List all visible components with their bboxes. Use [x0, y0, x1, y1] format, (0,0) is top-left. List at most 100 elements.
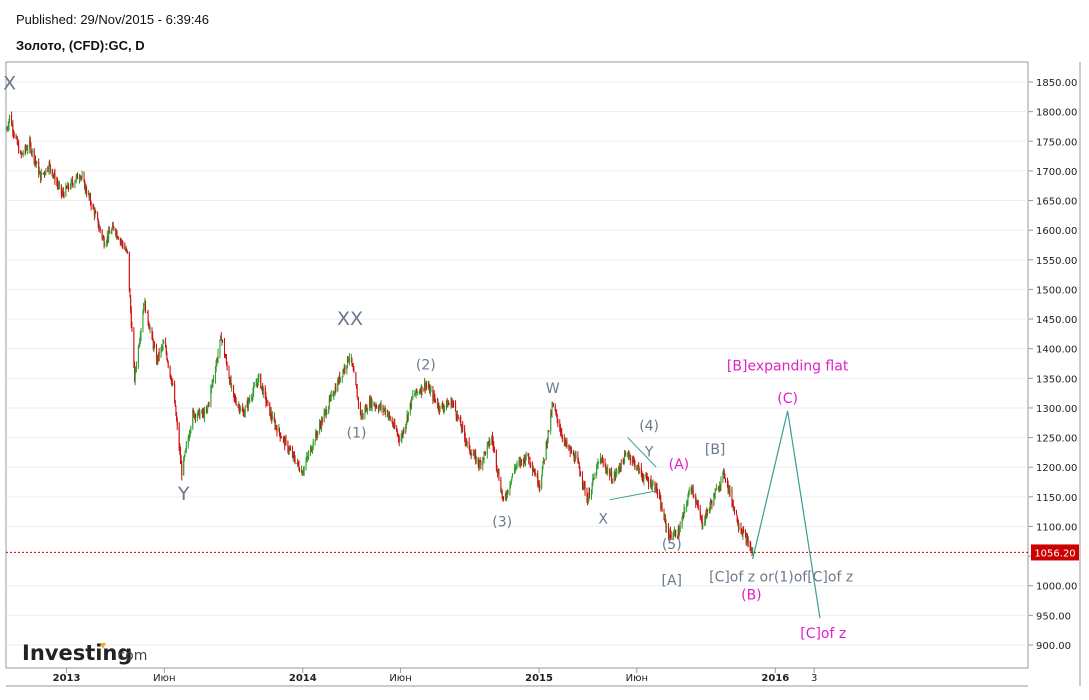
wave-label: X [598, 512, 608, 528]
candle-body [593, 475, 595, 480]
candle-body [228, 368, 230, 379]
wave-label: W [546, 381, 560, 397]
candle-body [353, 370, 355, 373]
candle-body [143, 304, 145, 308]
candle-body [693, 494, 695, 497]
candle-body [747, 539, 749, 546]
candle-body [421, 386, 423, 392]
candle-body [556, 414, 558, 420]
candle-body [411, 397, 413, 407]
y-tick-label: 1700.00 [1036, 167, 1077, 178]
candle-body [104, 245, 106, 247]
candle-body [58, 184, 60, 186]
candle-body [223, 341, 225, 356]
candle-body [688, 491, 690, 493]
candle-body [326, 412, 328, 415]
candle-body [149, 328, 151, 330]
candle-body [435, 399, 437, 403]
candle-body [95, 212, 97, 214]
wave-label: [A] [662, 573, 683, 589]
candle-body [208, 403, 210, 405]
candle-body [51, 169, 53, 176]
candle-body [219, 339, 221, 354]
candle-body [711, 502, 713, 505]
candle-body [126, 250, 128, 252]
candle-body [734, 507, 736, 512]
candle-body [154, 345, 156, 348]
x-tick-label: 2013 [53, 673, 81, 684]
candle-body [18, 144, 20, 153]
candle-body [412, 394, 414, 398]
candle-body [233, 385, 235, 394]
candle-body [679, 526, 681, 532]
candle-body [724, 478, 726, 481]
candle-body [231, 385, 233, 387]
y-tick-label: 1150.00 [1036, 493, 1077, 504]
candle-body [385, 410, 387, 414]
candle-body [280, 437, 282, 439]
y-tick-label: 1550.00 [1036, 256, 1077, 267]
candle-body [271, 416, 273, 420]
candle-body [203, 410, 205, 418]
y-tick-label: 1350.00 [1036, 374, 1077, 385]
candle-body [735, 511, 737, 516]
candle-body [86, 191, 88, 194]
candle-body [598, 461, 600, 463]
candle-body [548, 430, 550, 432]
candle-body [738, 527, 740, 529]
candle-body [217, 353, 219, 360]
wave-label: Y [177, 483, 190, 505]
candle-body [480, 461, 482, 466]
candle-body [634, 461, 636, 468]
candle-body [330, 394, 332, 396]
candle-body [507, 490, 509, 493]
candle-body [74, 181, 76, 186]
wave-label: (5) [662, 537, 682, 553]
candle-body [49, 164, 51, 170]
candle-body [299, 469, 301, 472]
candle-body [321, 419, 323, 423]
candle-body [240, 408, 242, 411]
candle-body [706, 509, 708, 512]
candle-body [169, 365, 171, 375]
candle-body [9, 115, 11, 121]
candle-body [724, 475, 726, 479]
plot-area [5, 61, 1029, 669]
candle-body [142, 313, 144, 330]
candle-body [348, 357, 350, 361]
x-tick-label: 2014 [289, 673, 317, 684]
candle-body [541, 476, 543, 488]
candle-body [439, 405, 441, 411]
candle-body [166, 353, 168, 360]
wave-label: XX [337, 308, 363, 330]
candle-body [190, 427, 192, 432]
candle-body [145, 301, 147, 312]
candle-body [543, 459, 545, 461]
candle-body [90, 202, 92, 207]
candle-body [22, 153, 24, 155]
investing-logo: Investing .com [22, 641, 147, 665]
wave-label: (B) [741, 587, 762, 603]
candle-body [589, 492, 591, 498]
candle-body [729, 489, 731, 494]
logo-suffix: .com [113, 648, 147, 664]
candle-body [199, 413, 201, 418]
x-tick-label: Июн [389, 673, 411, 684]
candle-body [63, 193, 65, 197]
candle-body [430, 389, 432, 391]
candle-body [743, 530, 745, 532]
candle-body [652, 483, 654, 485]
candle-body [512, 473, 514, 478]
candle-body [495, 450, 497, 467]
candle-body [407, 411, 409, 419]
candle-body [575, 455, 577, 457]
candle-body [468, 441, 470, 446]
candle-body [187, 438, 189, 446]
candle-body [279, 428, 281, 434]
candle-body [403, 430, 405, 433]
wave-label: (3) [492, 514, 512, 530]
wave-label: X [3, 73, 16, 95]
candle-body [380, 405, 382, 409]
candle-body [362, 413, 364, 416]
candle-body [530, 463, 532, 466]
